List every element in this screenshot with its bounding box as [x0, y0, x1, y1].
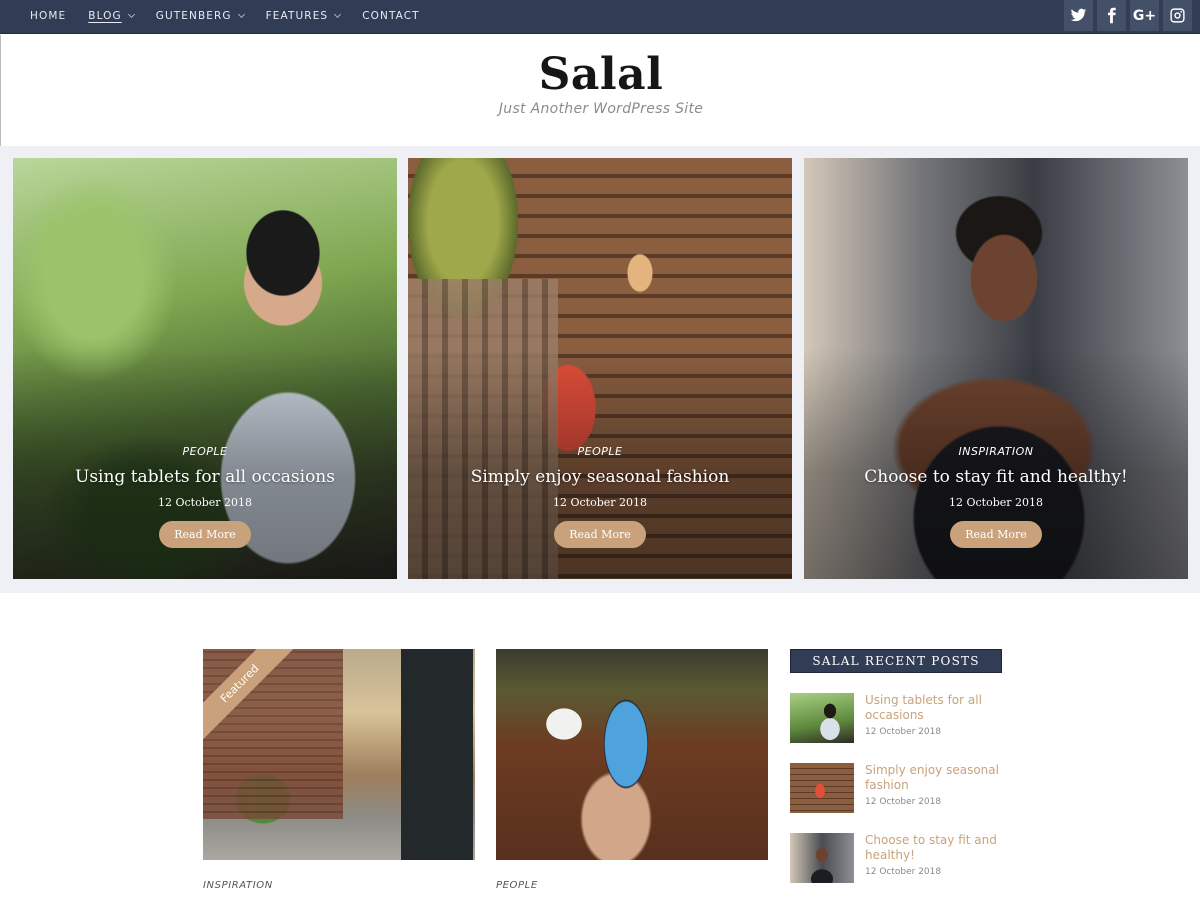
widget-title: Salal Recent Posts: [790, 649, 1002, 673]
nav-item-blog[interactable]: Blog: [88, 10, 135, 22]
site-tagline: Just Another WordPress Site: [498, 101, 704, 117]
nav-item-label: Home: [30, 10, 67, 22]
chevron-down-icon: [127, 10, 135, 18]
post-category[interactable]: Inspiration: [203, 880, 475, 891]
slide-date: 12 October 2018: [948, 496, 1043, 509]
google-plus-button[interactable]: G+: [1130, 0, 1159, 31]
instagram-icon: [1170, 8, 1185, 23]
nav-item-home[interactable]: Home: [30, 10, 66, 22]
recent-post-date: 12 October 2018: [865, 867, 942, 877]
recent-post-date: 12 October 2018: [865, 797, 942, 807]
recent-post-title[interactable]: Choose to stay fit and healthy!: [865, 833, 1002, 863]
slide-caption: Inspiration Choose to stay fit and healt…: [804, 445, 1188, 548]
site-header: Salal Just Another WordPress Site: [0, 35, 1200, 146]
recent-post-item: Choose to stay fit and healthy! 12 Octob…: [790, 833, 1002, 883]
slide-caption: People Simply enjoy seasonal fashion 12 …: [408, 445, 792, 548]
twitter-icon: [1070, 8, 1087, 22]
slide-title[interactable]: Simply enjoy seasonal fashion: [408, 467, 792, 487]
slide-category[interactable]: People: [408, 445, 792, 458]
site-title[interactable]: Salal: [1, 49, 1200, 100]
slide-category[interactable]: Inspiration: [804, 445, 1188, 458]
nav-item-features[interactable]: Features: [265, 10, 342, 22]
slide[interactable]: People Using tablets for all occasions 1…: [13, 158, 397, 579]
nav-item-gutenberg[interactable]: Gutenberg: [155, 10, 245, 22]
recent-post-title[interactable]: Simply enjoy seasonal fashion: [865, 763, 1002, 793]
facebook-icon: [1107, 7, 1116, 24]
main-menu: Home Blog Gutenberg Features Contact: [30, 0, 442, 32]
post-card: People: [496, 649, 768, 891]
slide[interactable]: People Simply enjoy seasonal fashion 12 …: [408, 158, 792, 579]
facebook-button[interactable]: [1097, 0, 1126, 31]
recent-post-date: 12 October 2018: [865, 727, 942, 737]
recent-post-item: Simply enjoy seasonal fashion 12 October…: [790, 763, 1002, 813]
top-navigation-bar: Home Blog Gutenberg Features Contact G+: [0, 0, 1200, 34]
google-plus-icon: G+: [1132, 7, 1157, 24]
slide-date: 12 October 2018: [157, 496, 252, 509]
post-thumbnail[interactable]: [496, 649, 768, 860]
slide-title[interactable]: Choose to stay fit and healthy!: [804, 467, 1188, 487]
slide-caption: People Using tablets for all occasions 1…: [13, 445, 397, 548]
nav-item-label: Features: [265, 10, 329, 22]
nav-item-contact[interactable]: Contact: [362, 10, 420, 22]
chevron-down-icon: [237, 10, 245, 18]
read-more-button[interactable]: Read More: [159, 521, 251, 548]
recent-post-thumbnail[interactable]: [790, 693, 854, 743]
read-more-button[interactable]: Read More: [554, 521, 646, 548]
post-thumbnail[interactable]: Featured: [203, 649, 475, 860]
slide-title[interactable]: Using tablets for all occasions: [13, 467, 397, 487]
post-category[interactable]: People: [496, 880, 768, 891]
slide-date: 12 October 2018: [552, 496, 647, 509]
instagram-button[interactable]: [1163, 0, 1192, 31]
featured-slider: People Using tablets for all occasions 1…: [0, 146, 1200, 593]
nav-item-label: Gutenberg: [155, 10, 232, 22]
sidebar: Salal Recent Posts Using tablets for all…: [790, 649, 1002, 883]
nav-item-label: Contact: [362, 10, 420, 22]
recent-post-title[interactable]: Using tablets for all occasions: [865, 693, 1002, 723]
chevron-down-icon: [334, 10, 342, 18]
recent-post-item: Using tablets for all occasions 12 Octob…: [790, 693, 1002, 743]
slide-category[interactable]: People: [13, 445, 397, 458]
recent-post-thumbnail[interactable]: [790, 763, 854, 813]
nav-item-label: Blog: [88, 10, 122, 22]
slide[interactable]: Inspiration Choose to stay fit and healt…: [804, 158, 1188, 579]
post-card: Featured Inspiration: [203, 649, 475, 891]
social-links: G+: [1060, 0, 1192, 32]
featured-badge: Featured: [203, 649, 303, 747]
twitter-button[interactable]: [1064, 0, 1093, 31]
recent-post-thumbnail[interactable]: [790, 833, 854, 883]
read-more-button[interactable]: Read More: [950, 521, 1042, 548]
